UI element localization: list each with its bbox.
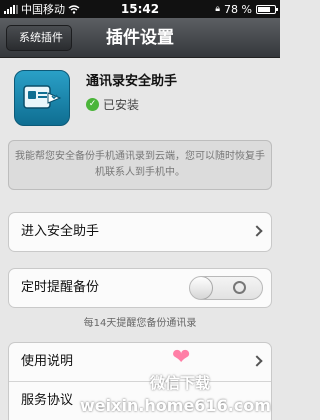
status-left: 中国移动 [4, 1, 114, 17]
signal-icon [4, 4, 18, 14]
toggle-knob [190, 277, 213, 299]
card-shield-icon [23, 85, 62, 109]
install-status: ✓ 已安装 [86, 96, 139, 113]
chevron-right-icon [251, 225, 263, 237]
reminder-label: 定时提醒备份 [21, 280, 100, 295]
usage-label: 使用说明 [21, 354, 74, 369]
enter-assistant-row[interactable]: 进入安全助手 [8, 212, 272, 252]
lock-rotation-icon: 🔒︎ [215, 4, 221, 14]
toggle-off-icon [233, 281, 246, 294]
install-status-label: 已安装 [103, 98, 140, 112]
plugin-name: 通讯录安全助手 [86, 74, 178, 89]
battery-icon [256, 4, 278, 14]
terms-label: 服务协议 [21, 393, 74, 408]
reminder-row: 定时提醒备份 [8, 268, 272, 308]
wifi-icon [68, 4, 80, 14]
chevron-right-icon [251, 355, 263, 367]
heart-icon: ❤ [172, 345, 191, 370]
battery-percent: 78 % [224, 2, 252, 16]
status-bar: 中国移动 15:42 🔒︎ 78 % [0, 0, 280, 18]
nav-bar: 系统插件 插件设置 [0, 18, 280, 58]
carrier-label: 中国移动 [21, 3, 65, 16]
reminder-toggle[interactable] [189, 276, 263, 300]
watermark-url: weixin.home616.com [80, 396, 271, 415]
back-button[interactable]: 系统插件 [6, 25, 72, 51]
reminder-hint: 每14天提醒您备份通讯录 [83, 318, 197, 329]
status-right: 🔒︎ 78 % [166, 2, 278, 16]
watermark-title: 微信下载 [150, 374, 211, 392]
usage-row[interactable]: 使用说明 [9, 343, 271, 381]
check-icon: ✓ [86, 98, 99, 111]
plugin-description: 我能帮您安全备份手机通讯录到云端，您可以随时恢复手机联系人到手机中。 [8, 140, 272, 190]
enter-assistant-label: 进入安全助手 [21, 224, 100, 239]
status-time: 15:42 [120, 2, 160, 16]
contacts-backup-icon [14, 70, 70, 126]
